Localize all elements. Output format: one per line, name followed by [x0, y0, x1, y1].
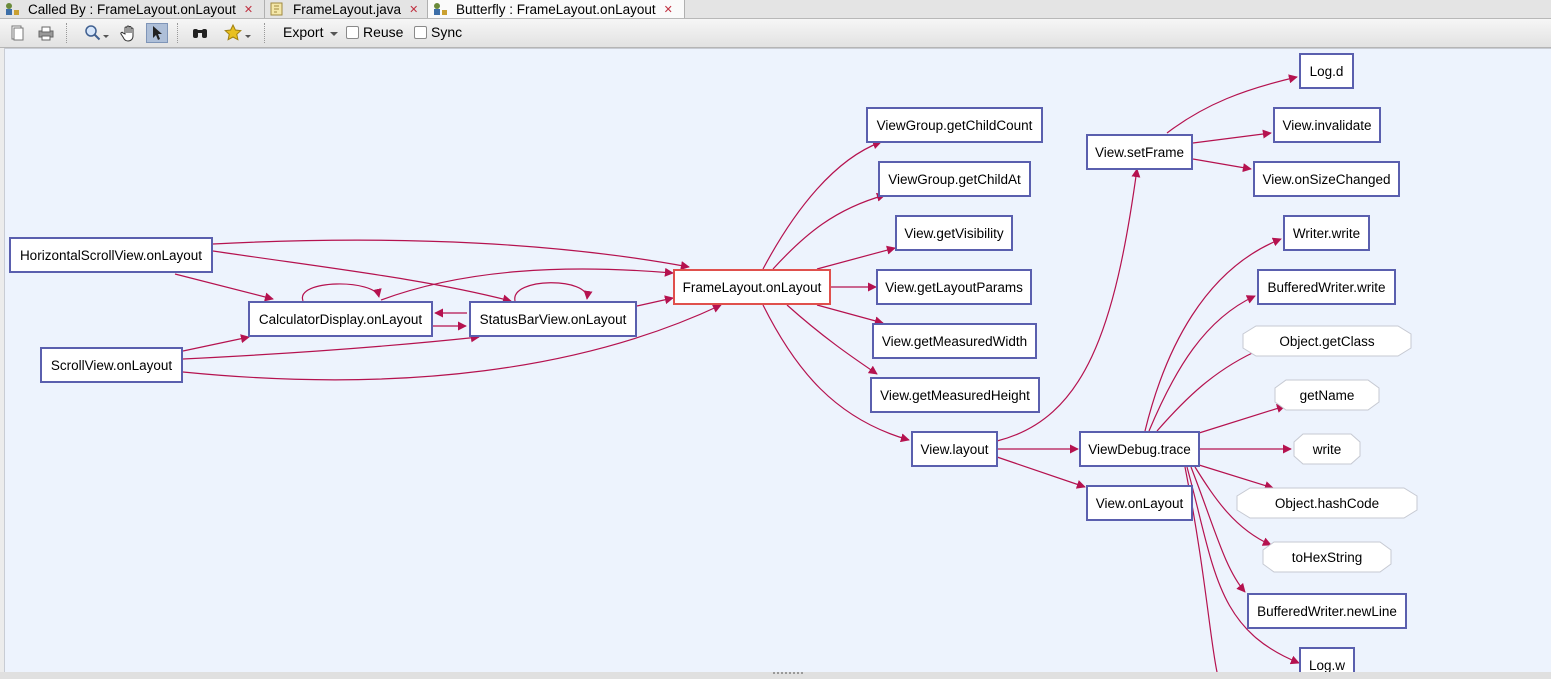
butterfly-icon — [432, 2, 448, 16]
graph-node-callee[interactable]: ViewGroup.getChildCount — [866, 107, 1043, 143]
resize-bar[interactable] — [0, 672, 1551, 679]
graph-node-callee[interactable]: View.getMeasuredWidth — [872, 323, 1037, 359]
edge — [1198, 404, 1286, 434]
graph-node-callee[interactable]: BufferedWriter.newLine — [1247, 593, 1407, 629]
edge — [174, 273, 274, 302]
sync-label: Sync — [431, 24, 463, 40]
reuse-checkbox[interactable] — [346, 26, 359, 39]
star-icon[interactable] — [224, 23, 254, 43]
graph-node-callee[interactable]: View.invalidate — [1273, 107, 1381, 143]
graph-node-callee[interactable]: ViewGroup.getChildAt — [878, 161, 1031, 197]
graph-node-callee[interactable]: BufferedWriter.write — [1257, 269, 1396, 305]
zoom-icon[interactable] — [82, 23, 112, 43]
select-pointer-icon[interactable] — [146, 23, 168, 43]
graph-node-callee[interactable]: Log.w — [1299, 647, 1355, 672]
reuse-label: Reuse — [363, 24, 404, 40]
edge — [772, 192, 886, 270]
resize-grip-icon[interactable] — [773, 672, 803, 679]
edge — [816, 245, 896, 270]
graph-node-unresolved[interactable]: toHexString — [1262, 541, 1392, 573]
close-icon[interactable]: ✕ — [244, 3, 253, 16]
edge — [636, 295, 674, 307]
graph-node-caller[interactable]: StatusBarView.onLayout — [469, 301, 637, 337]
edge — [1198, 464, 1274, 490]
graph-node-callee[interactable]: View.onLayout — [1086, 485, 1193, 521]
close-icon[interactable]: ✕ — [664, 3, 673, 16]
close-icon[interactable]: ✕ — [409, 3, 418, 16]
graph-node-caller[interactable]: CalculatorDisplay.onLayout — [248, 301, 433, 337]
graph-node-callee[interactable]: View.onSizeChanged — [1253, 161, 1400, 197]
edge — [1192, 129, 1272, 144]
graph-node-caller[interactable]: ScrollView.onLayout — [40, 347, 183, 383]
print-icon[interactable] — [36, 23, 56, 43]
graph-node-unresolved[interactable]: getName — [1274, 379, 1380, 411]
edge — [212, 239, 690, 270]
graph-node-unresolved[interactable]: Object.hashCode — [1236, 487, 1418, 519]
editor-tab-bar: Called By : FrameLayout.onLayout ✕ Frame… — [0, 0, 1551, 19]
graph-toolbar: Export Reuse Sync — [0, 19, 1551, 48]
graph-node-focus[interactable]: FrameLayout.onLayout — [673, 269, 831, 305]
edge — [1190, 466, 1246, 593]
butterfly-graph-canvas[interactable]: HorizontalScrollView.onLayout ScrollView… — [4, 48, 1551, 673]
graph-node-callee[interactable]: Log.d — [1299, 53, 1354, 89]
tab-framelayout-java[interactable]: FrameLayout.java ✕ — [265, 0, 428, 18]
graph-node-callee[interactable]: View.getVisibility — [895, 215, 1013, 251]
edge — [182, 333, 480, 360]
graph-node-callee[interactable]: View.getLayoutParams — [876, 269, 1032, 305]
toolbar-separator — [177, 23, 179, 43]
new-page-icon[interactable] — [8, 23, 26, 43]
tab-label: Called By : FrameLayout.onLayout — [28, 1, 236, 17]
edge — [514, 282, 593, 302]
edge — [182, 334, 250, 352]
edge — [1192, 158, 1252, 173]
graph-node-callee[interactable]: Writer.write — [1283, 215, 1370, 251]
tab-butterfly[interactable]: Butterfly : FrameLayout.onLayout ✕ — [428, 0, 685, 18]
java-file-icon — [269, 2, 285, 16]
tab-called-by[interactable]: Called By : FrameLayout.onLayout ✕ — [0, 0, 265, 18]
graph-node-callee[interactable]: View.getMeasuredHeight — [870, 377, 1040, 413]
graph-node-callee[interactable]: View.setFrame — [1086, 134, 1193, 170]
edge — [1148, 295, 1256, 432]
chevron-down-icon[interactable] — [328, 23, 340, 43]
graph-node-unresolved[interactable]: write — [1293, 433, 1361, 465]
edge — [302, 283, 382, 302]
graph-node-callee[interactable]: ViewDebug.trace — [1079, 431, 1200, 467]
export-button[interactable]: Export — [283, 24, 323, 40]
call-hierarchy-icon — [4, 2, 20, 16]
edge — [212, 250, 512, 304]
sync-checkbox[interactable] — [414, 26, 427, 39]
graph-node-callee[interactable]: View.layout — [911, 431, 998, 467]
edge — [996, 456, 1086, 489]
edge — [762, 140, 882, 270]
toolbar-separator — [264, 23, 266, 43]
graph-node-unresolved[interactable]: Object.getClass — [1242, 325, 1412, 357]
tab-label: Butterfly : FrameLayout.onLayout — [456, 1, 656, 17]
toolbar-separator — [66, 23, 68, 43]
binoculars-icon[interactable] — [189, 23, 211, 43]
hand-pan-icon[interactable] — [118, 23, 140, 43]
edge — [380, 267, 674, 301]
tab-label: FrameLayout.java — [293, 1, 402, 17]
edge — [786, 304, 878, 375]
graph-node-caller[interactable]: HorizontalScrollView.onLayout — [9, 237, 213, 273]
edge — [816, 304, 884, 326]
